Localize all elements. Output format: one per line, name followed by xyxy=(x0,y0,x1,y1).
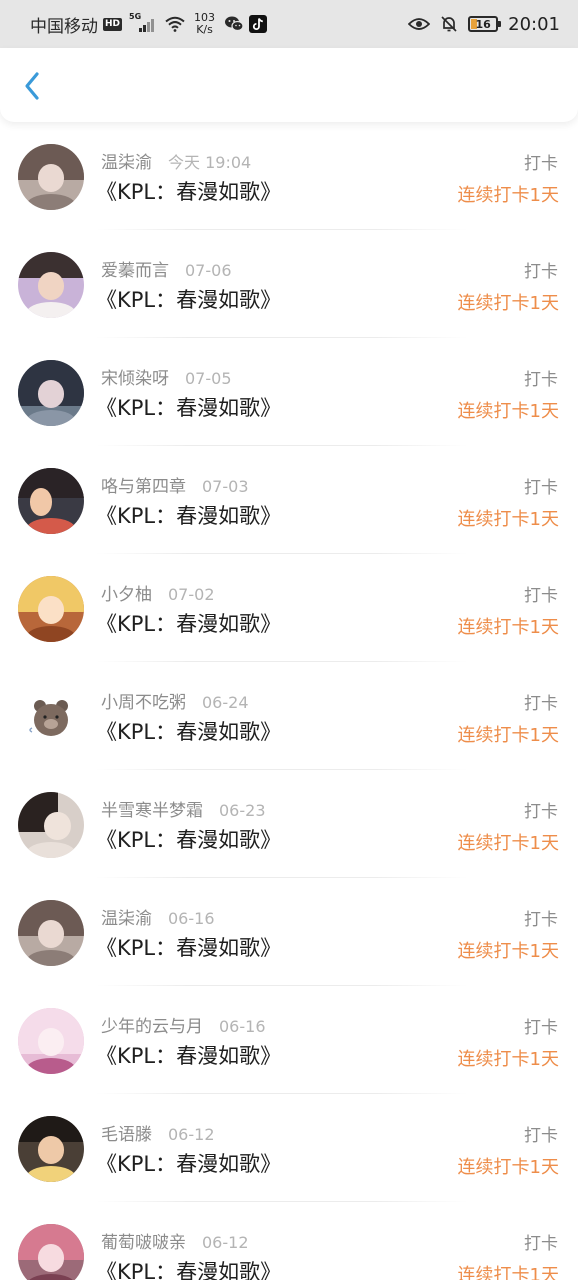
username[interactable]: 宋倾染呀 xyxy=(101,364,169,389)
avatar[interactable] xyxy=(18,576,84,642)
status-left: 中国移动 HD 5G 103 K/s xyxy=(30,12,268,37)
book-title: 《KPL：春漫如歌》 xyxy=(96,1044,282,1068)
record-date: 06-16 xyxy=(219,1017,266,1036)
checkin-streak: 连续打卡1天 xyxy=(457,185,559,206)
username[interactable]: 半雪寒半梦霜 xyxy=(101,796,203,821)
checkin-streak: 连续打卡1天 xyxy=(457,1157,559,1178)
list-item[interactable]: 宋倾染呀 07-05 《KPL：春漫如歌》 打卡 连续打卡1天 xyxy=(0,338,578,446)
username[interactable]: 少年的云与月 xyxy=(101,1012,203,1037)
username[interactable]: 爱蓁而言 xyxy=(101,256,169,281)
bear-sticker xyxy=(29,700,68,736)
book-title: 《KPL：春漫如歌》 xyxy=(96,396,282,420)
speed-unit: K/s xyxy=(196,23,213,36)
checkin-streak: 连续打卡1天 xyxy=(457,833,559,854)
username[interactable]: 咯与第四章 xyxy=(101,472,186,497)
avatar[interactable] xyxy=(18,144,84,210)
wechat-icon xyxy=(224,15,244,33)
wifi-icon xyxy=(165,16,185,32)
clock: 20:01 xyxy=(508,13,560,35)
network-type: 5G xyxy=(129,12,142,21)
checkin-status: 打卡 xyxy=(524,802,558,822)
username[interactable]: 葡萄啵啵亲 xyxy=(101,1228,186,1253)
record-date: 06-24 xyxy=(202,693,249,712)
list-item[interactable]: 爱蓁而言 07-06 《KPL：春漫如歌》 打卡 连续打卡1天 xyxy=(0,230,578,338)
book-title: 《KPL：春漫如歌》 xyxy=(96,612,282,636)
book-title: 《KPL：春漫如歌》 xyxy=(96,1260,282,1280)
record-date: 06-16 xyxy=(168,909,215,928)
record-date: 07-03 xyxy=(202,477,249,496)
network-speed: 103 K/s xyxy=(194,12,215,36)
book-title: 《KPL：春漫如歌》 xyxy=(96,504,282,528)
battery-icon: 16 xyxy=(468,16,502,32)
status-right: 16 20:01 xyxy=(408,14,560,35)
tiktok-icon xyxy=(249,15,268,33)
avatar[interactable] xyxy=(18,252,84,318)
avatar[interactable] xyxy=(18,792,84,858)
avatar[interactable] xyxy=(18,1008,84,1074)
list-item[interactable]: 少年的云与月 06-16 《KPL：春漫如歌》 打卡 连续打卡1天 xyxy=(0,986,578,1094)
record-date: 07-05 xyxy=(185,369,232,388)
checkin-status: 打卡 xyxy=(524,154,558,174)
username[interactable]: 毛语滕 xyxy=(101,1120,152,1145)
avatar[interactable] xyxy=(18,468,84,534)
signal-icon: 5G xyxy=(129,12,155,32)
checkin-status: 打卡 xyxy=(524,586,558,606)
record-date: 06-12 xyxy=(202,1233,249,1252)
checkin-streak: 连续打卡1天 xyxy=(457,725,559,746)
checkin-streak: 连续打卡1天 xyxy=(457,617,559,638)
eye-icon xyxy=(408,17,431,31)
checkin-streak: 连续打卡1天 xyxy=(457,293,559,314)
book-title: 《KPL：春漫如歌》 xyxy=(96,1152,282,1176)
list-item[interactable]: 半雪寒半梦霜 06-23 《KPL：春漫如歌》 打卡 连续打卡1天 xyxy=(0,770,578,878)
hd-badge: HD xyxy=(103,17,123,31)
checkin-streak: 连续打卡1天 xyxy=(457,1265,559,1280)
avatar[interactable] xyxy=(18,900,84,966)
record-date: 07-02 xyxy=(168,585,215,604)
list-item[interactable]: 毛语滕 06-12 《KPL：春漫如歌》 打卡 连续打卡1天 xyxy=(0,1094,578,1202)
avatar[interactable] xyxy=(18,684,84,750)
checkin-status: 打卡 xyxy=(524,694,558,714)
username[interactable]: 温柒渝 xyxy=(101,904,152,929)
username[interactable]: 小夕柚 xyxy=(101,580,152,605)
checkin-status: 打卡 xyxy=(524,1018,558,1038)
top-nav-header xyxy=(0,48,578,122)
book-title: 《KPL：春漫如歌》 xyxy=(96,936,282,960)
book-title: 《KPL：春漫如歌》 xyxy=(96,720,282,744)
avatar[interactable] xyxy=(18,1224,84,1280)
checkin-status: 打卡 xyxy=(524,1126,558,1146)
list-item[interactable]: 温柒渝 06-16 《KPL：春漫如歌》 打卡 连续打卡1天 xyxy=(0,878,578,986)
book-title: 《KPL：春漫如歌》 xyxy=(96,288,282,312)
checkin-streak: 连续打卡1天 xyxy=(457,509,559,530)
checkin-status: 打卡 xyxy=(524,1234,558,1254)
record-date: 06-23 xyxy=(219,801,266,820)
username[interactable]: 小周不吃粥 xyxy=(101,688,186,713)
chevron-left-icon xyxy=(25,72,39,100)
list-item[interactable]: 咯与第四章 07-03 《KPL：春漫如歌》 打卡 连续打卡1天 xyxy=(0,446,578,554)
checkin-status: 打卡 xyxy=(524,910,558,930)
checkin-status: 打卡 xyxy=(524,262,558,282)
status-bar: 中国移动 HD 5G 103 K/s 16 20:01 xyxy=(0,0,578,48)
mute-bell-icon xyxy=(440,15,458,33)
checkin-streak: 连续打卡1天 xyxy=(457,401,559,422)
checkin-status: 打卡 xyxy=(524,370,558,390)
checkin-streak: 连续打卡1天 xyxy=(457,941,559,962)
list-item[interactable]: 温柒渝 今天 19:04 《KPL：春漫如歌》 打卡 连续打卡1天 xyxy=(0,122,578,230)
book-title: 《KPL：春漫如歌》 xyxy=(96,828,282,852)
record-date: 06-12 xyxy=(168,1125,215,1144)
avatar[interactable] xyxy=(18,1116,84,1182)
username[interactable]: 温柒渝 xyxy=(101,148,152,173)
checkin-record-list: 温柒渝 今天 19:04 《KPL：春漫如歌》 打卡 连续打卡1天 爱蓁而言 0… xyxy=(0,122,578,1280)
book-title: 《KPL：春漫如歌》 xyxy=(96,180,282,204)
record-date: 今天 19:04 xyxy=(168,153,252,172)
checkin-status: 打卡 xyxy=(524,478,558,498)
avatar[interactable] xyxy=(18,360,84,426)
list-item[interactable]: 小夕柚 07-02 《KPL：春漫如歌》 打卡 连续打卡1天 xyxy=(0,554,578,662)
record-date: 07-06 xyxy=(185,261,232,280)
carrier-name: 中国移动 xyxy=(30,16,98,37)
list-item[interactable]: 小周不吃粥 06-24 《KPL：春漫如歌》 打卡 连续打卡1天 xyxy=(0,662,578,770)
list-item[interactable]: 葡萄啵啵亲 06-12 《KPL：春漫如歌》 打卡 连续打卡1天 xyxy=(0,1202,578,1280)
battery-level: 16 xyxy=(475,17,491,31)
back-button[interactable] xyxy=(14,66,50,106)
checkin-streak: 连续打卡1天 xyxy=(457,1049,559,1070)
